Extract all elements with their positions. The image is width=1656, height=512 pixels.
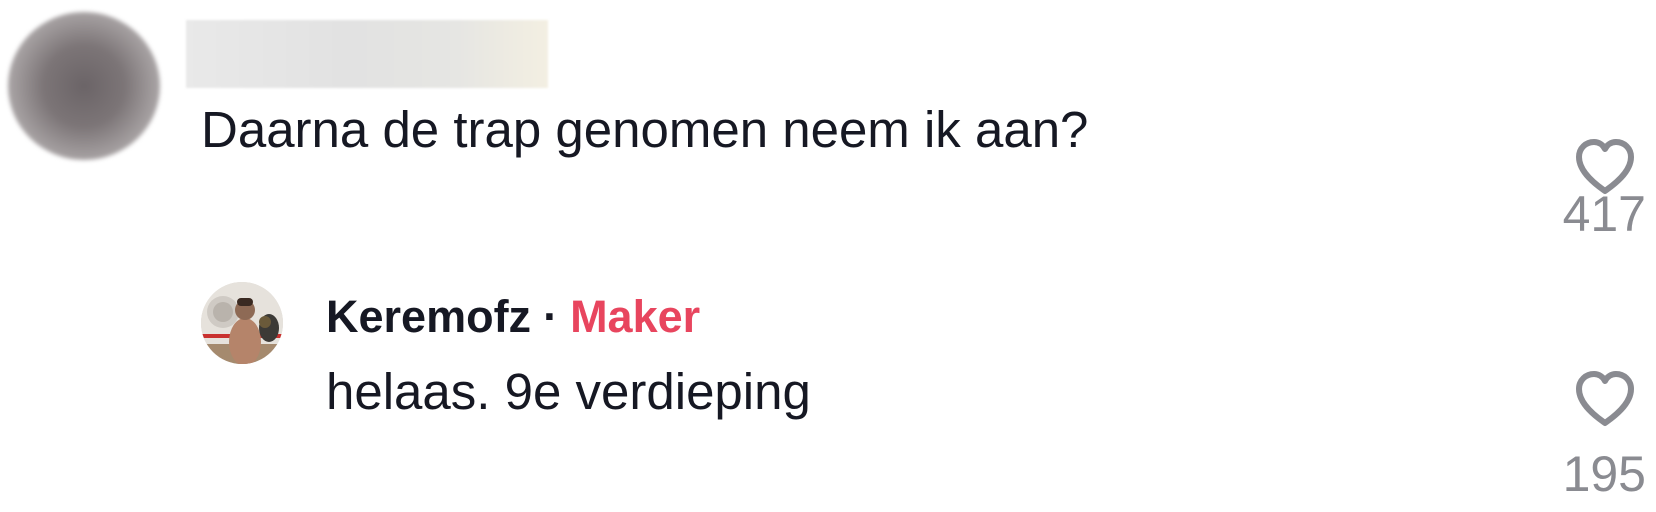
reply-header: Keremofz · Maker: [326, 286, 700, 348]
commenter-avatar[interactable]: [8, 12, 160, 160]
reply-text: helaas. 9e verdieping: [326, 363, 811, 420]
reply-author-name[interactable]: Keremofz: [326, 291, 531, 342]
creator-badge: Maker: [570, 291, 701, 342]
reply-author-avatar[interactable]: [201, 282, 283, 364]
reply-separator: ·: [543, 291, 559, 342]
heart-outline-icon[interactable]: [1573, 370, 1637, 428]
like-count: 417: [1562, 186, 1646, 242]
commenter-username-redacted[interactable]: [186, 20, 548, 88]
like-count: 195: [1562, 446, 1646, 502]
comment-text: Daarna de trap genomen neem ik aan?: [201, 101, 1089, 158]
